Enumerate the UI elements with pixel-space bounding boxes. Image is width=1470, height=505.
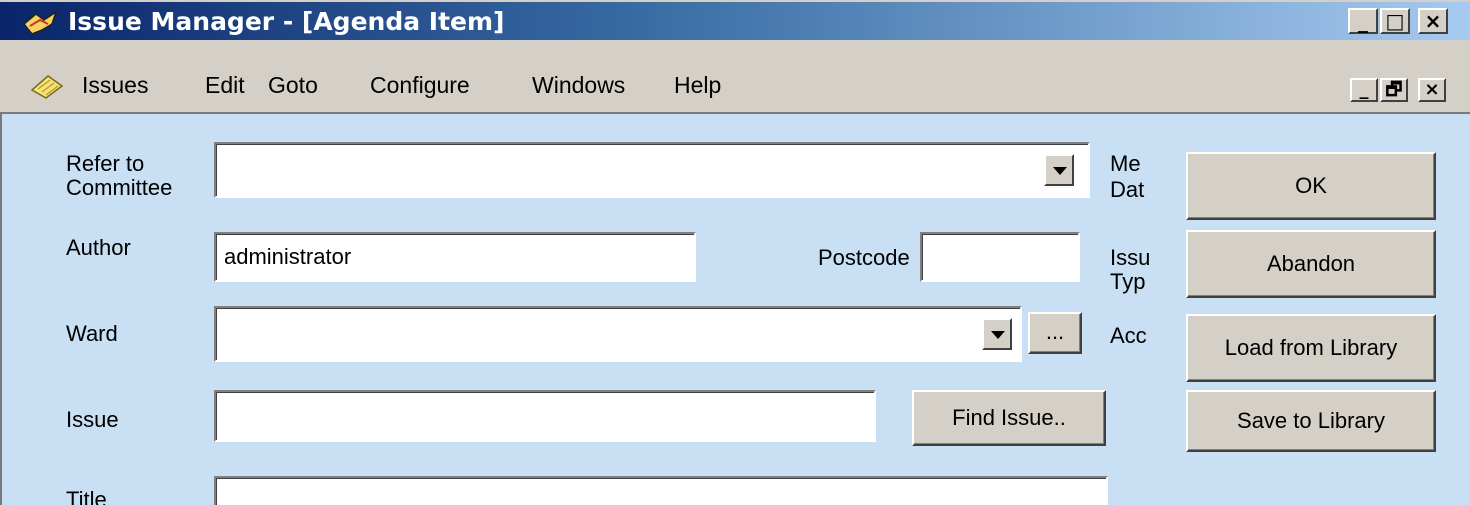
ok-button[interactable]: OK	[1186, 152, 1436, 220]
menu-edit[interactable]: Edit	[205, 72, 245, 99]
postcode-input[interactable]	[920, 232, 1080, 282]
ward-combo[interactable]	[214, 306, 1022, 362]
author-input[interactable]: administrator	[214, 232, 696, 282]
close-icon: ×	[1424, 9, 1442, 33]
refer-to-committee-dropdown-button[interactable]	[1044, 154, 1074, 186]
issue-manager-icon[interactable]	[22, 10, 60, 36]
menu-windows[interactable]: Windows	[532, 72, 625, 99]
refer-to-label-line2: Committee	[66, 175, 173, 200]
menu-help[interactable]: Help	[674, 72, 721, 99]
refer-to-label-line1: Refer to	[66, 151, 145, 176]
ward-lookup-button[interactable]: ...	[1028, 312, 1082, 354]
save-to-library-button[interactable]: Save to Library	[1186, 390, 1436, 452]
issue-input[interactable]	[214, 390, 876, 442]
ward-dropdown-button[interactable]	[982, 318, 1012, 350]
mdi-restore-button[interactable]: 🗗	[1380, 78, 1408, 102]
postcode-label: Postcode	[818, 245, 910, 270]
menu-goto[interactable]: Goto	[268, 72, 318, 99]
meeting-date-label-line2: Dat	[1110, 178, 1145, 202]
notepad-icon[interactable]	[28, 72, 66, 100]
refer-to-committee-combo[interactable]	[214, 142, 1090, 198]
meeting-date-label-line1: Me	[1110, 152, 1141, 176]
minimize-button[interactable]: _	[1348, 8, 1378, 34]
issue-label: Issue	[66, 407, 119, 432]
load-from-library-button[interactable]: Load from Library	[1186, 314, 1436, 382]
mdi-close-button[interactable]: ×	[1418, 78, 1446, 102]
restore-icon: 🗗	[1385, 79, 1403, 100]
ward-label: Ward	[66, 321, 118, 346]
window-title: Issue Manager - [Agenda Item]	[68, 7, 505, 36]
acc-label: Acc	[1110, 324, 1147, 348]
menu-issues[interactable]: Issues	[82, 72, 148, 99]
close-icon: ×	[1424, 79, 1440, 100]
title-label: Title	[66, 488, 107, 505]
mdi-minimize-button[interactable]: _	[1350, 78, 1378, 102]
minimize-icon: _	[1358, 9, 1368, 33]
abandon-button[interactable]: Abandon	[1186, 230, 1436, 298]
minimize-icon: _	[1359, 79, 1369, 100]
menu-configure[interactable]: Configure	[370, 72, 470, 99]
author-label: Author	[66, 235, 131, 260]
issue-type-label-line1: Issu	[1110, 246, 1151, 270]
close-button[interactable]: ×	[1418, 8, 1448, 34]
find-issue-button[interactable]: Find Issue..	[912, 390, 1106, 446]
issue-type-label-line2: Typ	[1110, 270, 1146, 294]
title-bar: Issue Manager - [Agenda Item] _ □ ×	[0, 2, 1470, 40]
title-input[interactable]	[214, 476, 1108, 505]
maximize-icon: □	[1385, 9, 1405, 33]
maximize-button[interactable]: □	[1380, 8, 1410, 34]
